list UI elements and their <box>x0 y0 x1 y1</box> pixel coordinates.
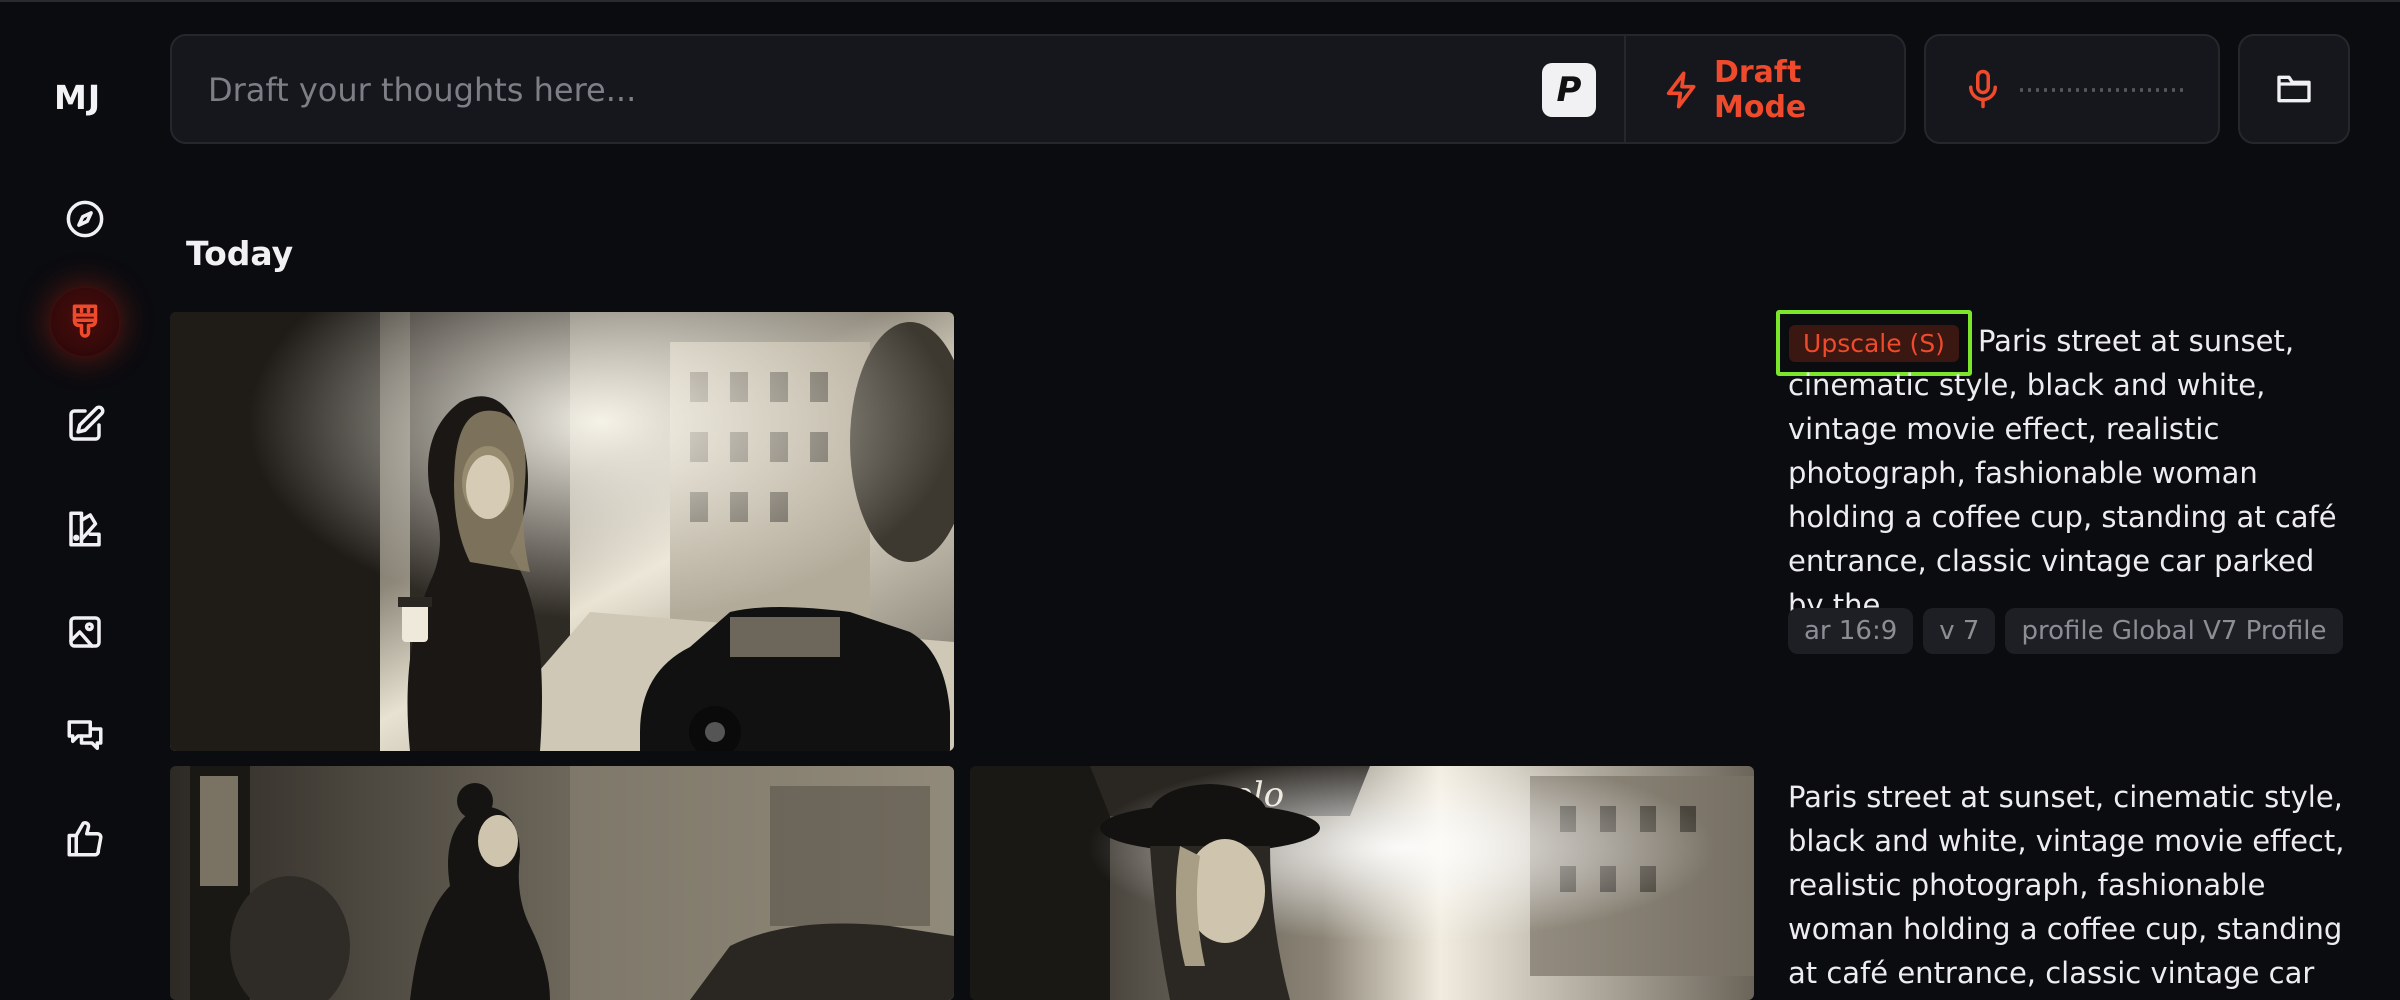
waveform-bar <box>2164 88 2167 92</box>
generated-image-2[interactable] <box>170 766 954 1000</box>
folder-button[interactable] <box>2238 34 2350 144</box>
waveform-bar <box>2020 88 2023 92</box>
waveform-bar <box>2052 88 2055 92</box>
chat-icon <box>67 720 103 750</box>
window-top-edge <box>0 0 2400 2</box>
lightning-icon <box>1666 71 1696 109</box>
waveform-bar <box>2124 88 2127 92</box>
waveform-bar <box>2172 88 2175 92</box>
paintbrush-icon <box>72 304 98 338</box>
sidebar: MJ <box>0 0 170 1000</box>
compass-icon <box>66 200 104 238</box>
prompt-divider <box>1624 36 1626 142</box>
draft-mode-label: Draft Mode <box>1713 55 1807 125</box>
param-chip-aspect-ratio[interactable]: ar 16:9 <box>1788 608 1914 654</box>
app-logo[interactable]: MJ <box>54 78 101 117</box>
prompt-text-job-1[interactable]: Paris street at sunset, cinematic style,… <box>1788 319 2348 627</box>
param-chip-version[interactable]: v 7 <box>1923 608 1996 654</box>
waveform-bar <box>2068 88 2071 92</box>
edit-icon <box>69 405 105 441</box>
waveform-bar <box>2076 88 2079 92</box>
generated-image-3[interactable]: opolo <box>970 766 1754 1000</box>
param-chip-profile[interactable]: profile Global V7 Profile <box>2005 608 2343 654</box>
waveform-bar <box>2084 88 2087 92</box>
draft-mode-button[interactable]: Draft Mode <box>1662 55 1904 125</box>
prompt-bar: P Draft Mode <box>170 34 1906 144</box>
waveform-bar <box>2180 88 2183 92</box>
waveform-bar <box>2100 88 2103 92</box>
prompt-input[interactable] <box>206 64 1550 116</box>
personalization-toggle[interactable]: P <box>1542 63 1596 117</box>
waveform-bar <box>2036 88 2039 92</box>
generated-image-1[interactable] <box>170 312 954 751</box>
waveform-bar <box>2132 88 2135 92</box>
waveform-bar <box>2148 88 2151 92</box>
waveform-bar <box>2092 88 2095 92</box>
waveform-bar <box>2060 88 2063 92</box>
microphone-icon <box>1969 69 1997 109</box>
palette-icon <box>69 511 101 547</box>
voice-input-button[interactable] <box>1924 34 2220 144</box>
waveform-bar <box>2116 88 2119 92</box>
waveform-bar <box>2028 88 2031 92</box>
section-title-today: Today <box>186 234 294 273</box>
image-icon <box>69 616 101 648</box>
waveform-bar <box>2108 88 2111 92</box>
waveform-bar <box>2140 88 2143 92</box>
waveform-bar <box>2156 88 2159 92</box>
folder-icon <box>2277 75 2311 103</box>
thumbs-up-icon <box>67 821 103 857</box>
waveform-bar <box>2044 88 2047 92</box>
prompt-text-job-2[interactable]: Paris street at sunset, cinematic style,… <box>1788 775 2348 995</box>
prompt-params: ar 16:9 v 7 profile Global V7 Profile <box>1788 608 2343 654</box>
audio-waveform <box>2020 88 2192 92</box>
